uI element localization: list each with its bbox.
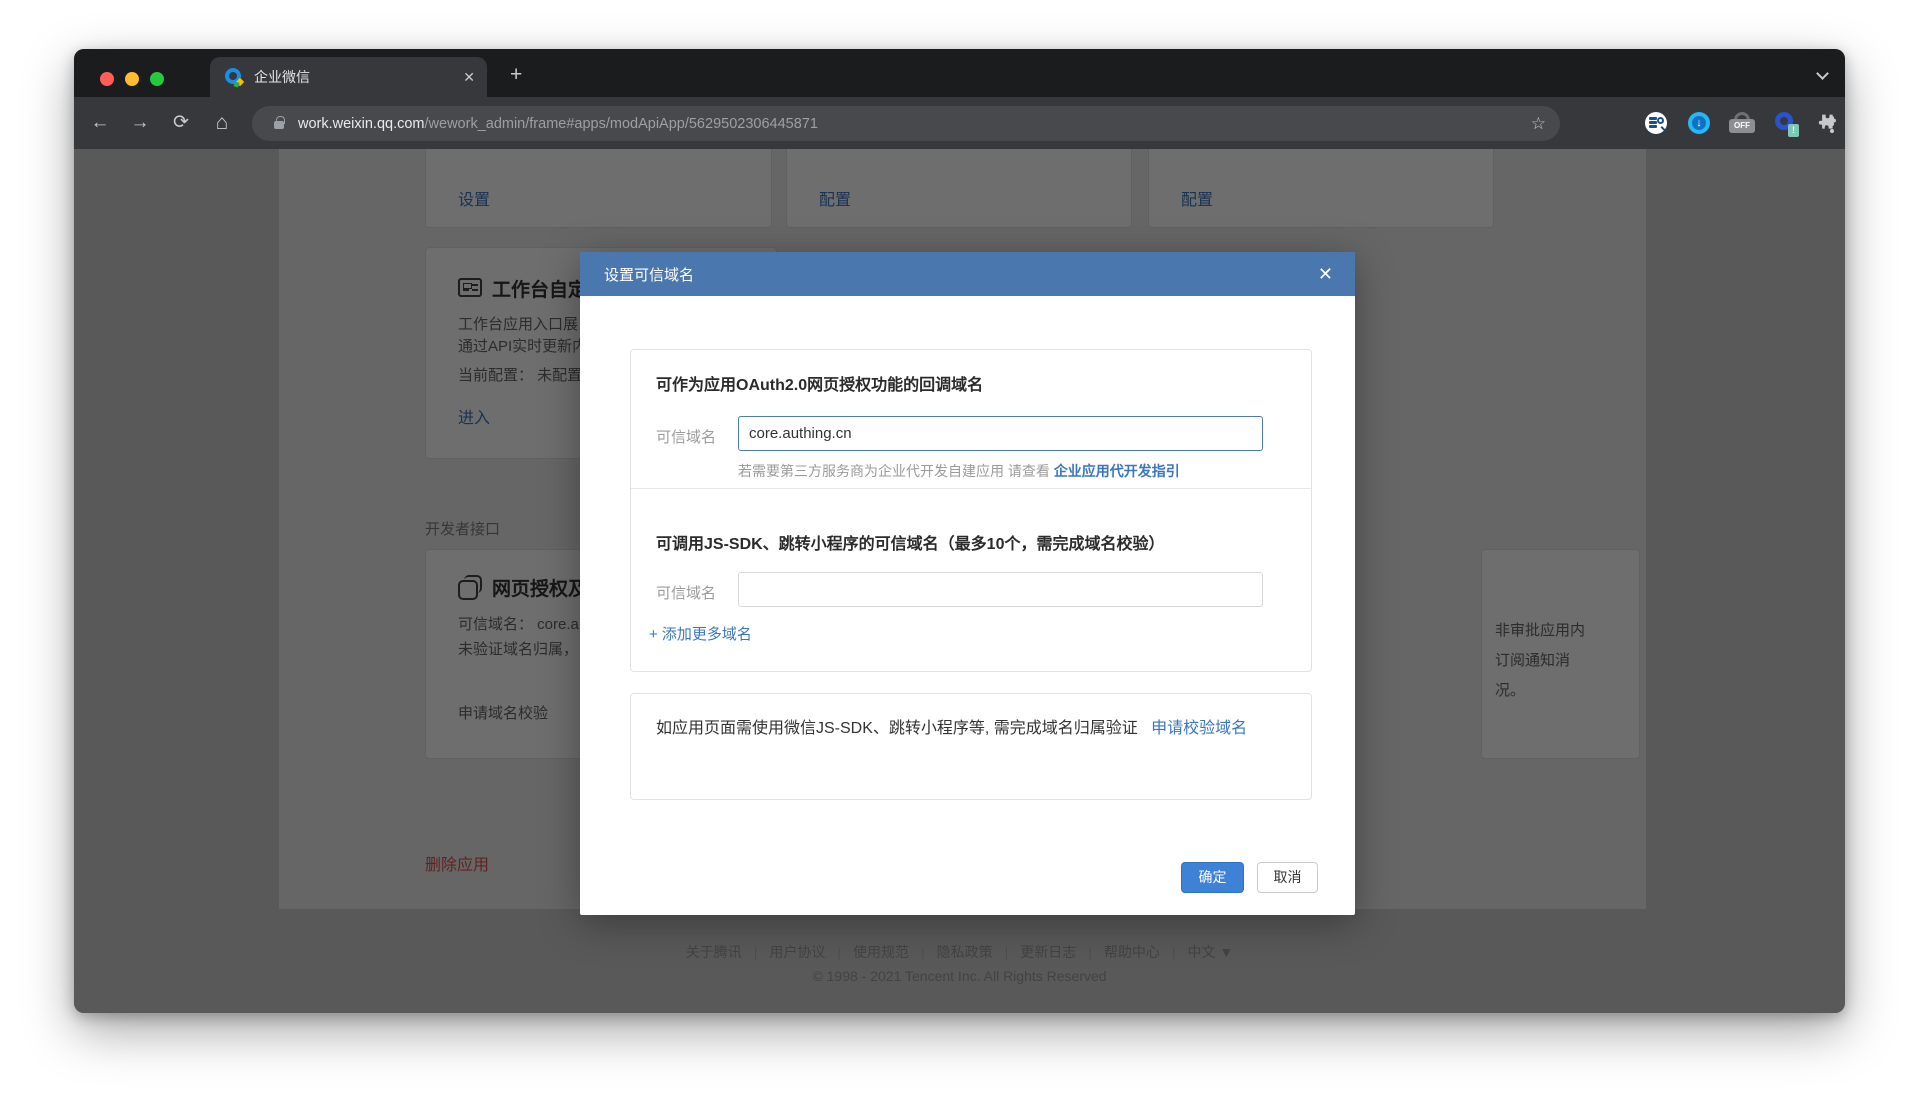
- jssdk-domain-input[interactable]: [738, 572, 1263, 607]
- warning-badge: !: [1788, 124, 1799, 137]
- url-domain: work.weixin.qq.com: [298, 116, 425, 132]
- address-bar[interactable]: work.weixin.qq.com/wework_admin/frame#ap…: [252, 106, 1560, 141]
- extension-download-icon[interactable]: ↓: [1688, 112, 1710, 134]
- trusted-domain-label-1: 可信域名: [656, 426, 716, 447]
- domain-settings-box: 可作为应用OAuth2.0网页授权功能的回调域名 可信域名 若需要第三方服务商为…: [630, 349, 1312, 672]
- extension-off-icon[interactable]: OFF: [1731, 112, 1753, 134]
- dialog-title: 设置可信域名: [604, 264, 694, 285]
- apply-verify-link[interactable]: 申请校验域名: [1151, 720, 1247, 737]
- extension-ring-icon[interactable]: !: [1775, 112, 1797, 134]
- browser-menu-icon[interactable]: [1829, 113, 1835, 135]
- url-text[interactable]: work.weixin.qq.com/wework_admin/frame#ap…: [298, 116, 818, 132]
- tab-title: 企业微信: [254, 67, 463, 87]
- reload-button[interactable]: ⟳: [167, 109, 195, 137]
- back-button[interactable]: ←: [86, 109, 114, 137]
- oauth-callback-heading: 可作为应用OAuth2.0网页授权功能的回调域名: [656, 371, 983, 395]
- domain-verify-box: 如应用页面需使用微信JS-SDK、跳转小程序等, 需完成域名归属验证 申请校验域…: [630, 693, 1312, 800]
- verify-notice-text: 如应用页面需使用微信JS-SDK、跳转小程序等, 需完成域名归属验证 申请校验域…: [656, 714, 1286, 743]
- close-window-button[interactable]: [100, 72, 114, 86]
- oauth-domain-input[interactable]: [738, 416, 1263, 451]
- dialog-header: 设置可信域名 ✕: [580, 252, 1355, 296]
- dialog-close-icon[interactable]: ✕: [1318, 264, 1333, 285]
- trusted-domain-label-2: 可信域名: [656, 582, 716, 603]
- new-tab-button[interactable]: +: [510, 63, 522, 87]
- browser-tab[interactable]: 企业微信 ✕: [210, 57, 487, 97]
- home-button[interactable]: ⌂: [208, 109, 236, 137]
- maximize-window-button[interactable]: [150, 72, 164, 86]
- cancel-button[interactable]: 取消: [1257, 862, 1318, 893]
- tab-search-chevron-icon[interactable]: [1816, 67, 1829, 80]
- extension-search-icon[interactable]: [1645, 112, 1667, 134]
- lock-icon[interactable]: [274, 121, 284, 129]
- confirm-button[interactable]: 确定: [1181, 862, 1244, 893]
- titlebar: 企业微信 ✕ +: [74, 49, 1845, 97]
- minimize-window-button[interactable]: [125, 72, 139, 86]
- trusted-domain-dialog: 设置可信域名 ✕ 可作为应用OAuth2.0网页授权功能的回调域名 可信域名 若…: [580, 252, 1355, 915]
- third-party-help: 若需要第三方服务商为企业代开发自建应用 请查看 企业应用代开发指引: [738, 461, 1180, 481]
- url-path: /wework_admin/frame#apps/modApiApp/56295…: [425, 116, 818, 132]
- forward-button[interactable]: →: [126, 109, 154, 137]
- jssdk-domain-heading: 可调用JS-SDK、跳转小程序的可信域名（最多10个，需完成域名校验）: [656, 530, 1164, 554]
- bookmark-star-icon[interactable]: ☆: [1531, 114, 1546, 134]
- browser-window: 企业微信 ✕ + ← → ⟳ ⌂ work.weixin.qq.com/wewo…: [74, 49, 1845, 1013]
- tab-close-icon[interactable]: ✕: [463, 69, 475, 86]
- wecom-favicon-icon: [224, 67, 244, 87]
- off-badge: OFF: [1729, 119, 1755, 133]
- toolbar: ← → ⟳ ⌂ work.weixin.qq.com/wework_admin/…: [74, 97, 1845, 149]
- dev-guide-link[interactable]: 企业应用代开发指引: [1054, 463, 1180, 479]
- section-divider: [631, 488, 1311, 489]
- add-more-domains-link[interactable]: + 添加更多域名: [649, 623, 752, 644]
- page-content: 效果 设置 配置 配置 工作台自定 工作台应用入口展 通过API实时更新内 当前…: [74, 149, 1845, 1013]
